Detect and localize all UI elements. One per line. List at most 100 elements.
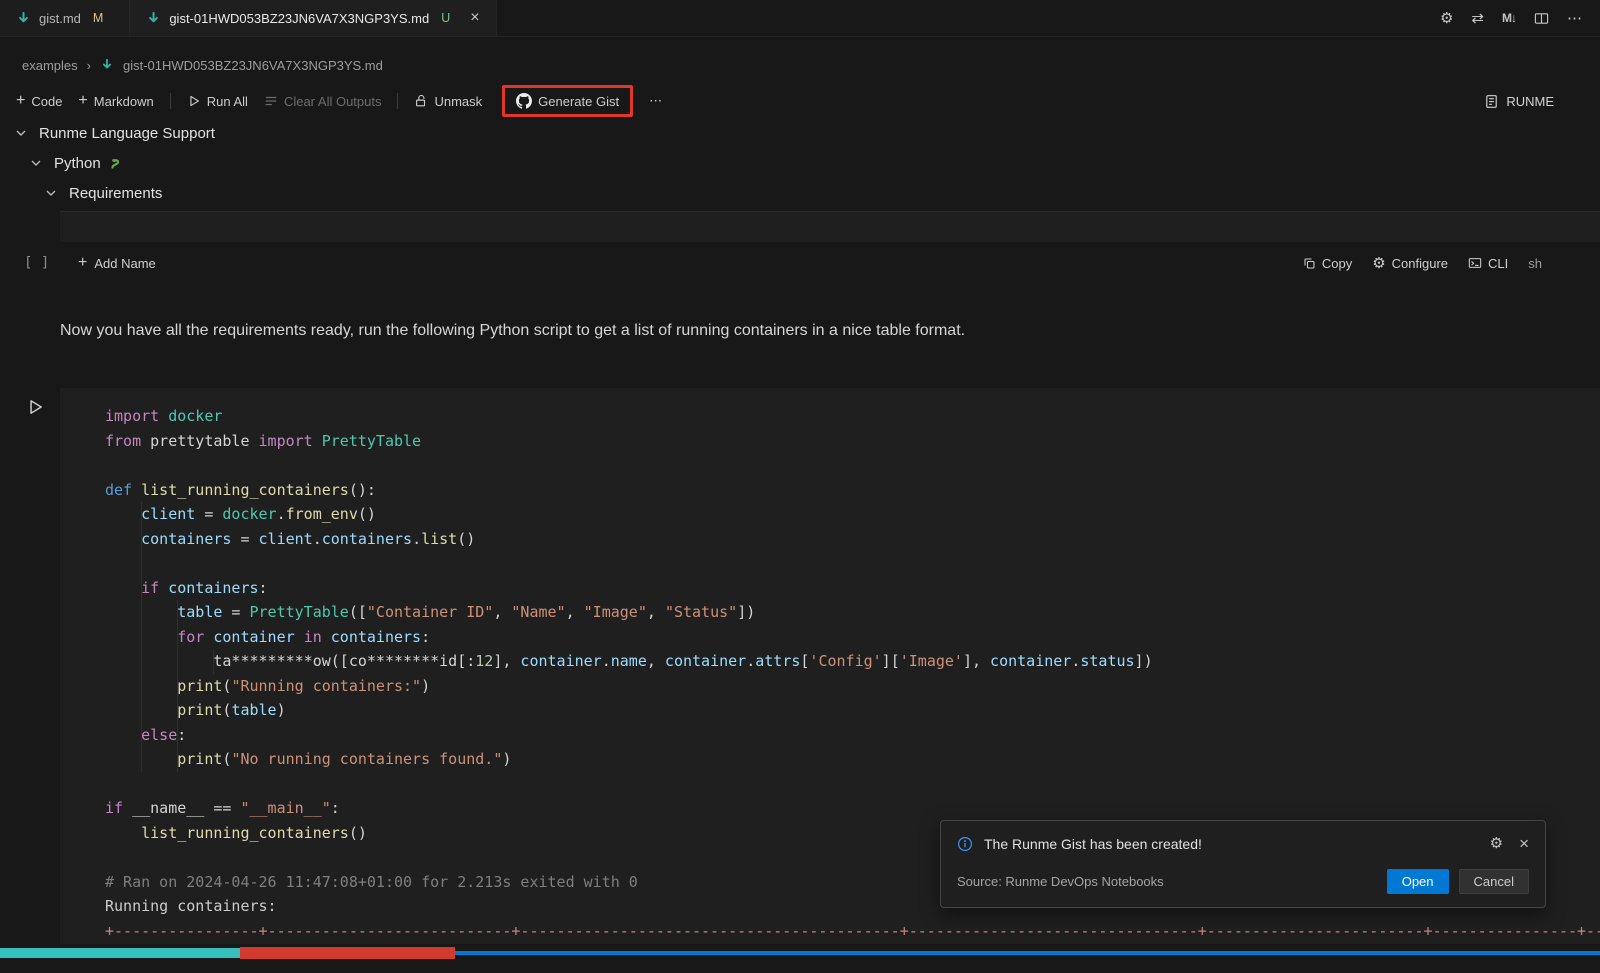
generate-gist-button[interactable]: Generate Gist (516, 93, 619, 109)
code-line: import docker (105, 404, 1600, 429)
github-icon (516, 93, 532, 109)
terminal-icon (1468, 256, 1482, 270)
plus-icon: + (78, 93, 87, 109)
runme-file-icon (100, 58, 114, 72)
progress-strip-marker (240, 947, 455, 959)
add-code-button[interactable]: + Code (16, 93, 62, 109)
copy-button[interactable]: Copy (1303, 256, 1352, 271)
code-line: from prettytable import PrettyTable (105, 429, 1600, 454)
chevron-down-icon[interactable] (44, 186, 58, 200)
breadcrumb-folder[interactable]: examples (22, 58, 78, 73)
toast-body: Source: Runme DevOps Notebooks Open Canc… (941, 861, 1545, 907)
open-button[interactable]: Open (1387, 869, 1449, 894)
unlock-icon (414, 94, 428, 108)
clear-outputs-icon (264, 94, 278, 108)
cell-footer-actions: Copy ⚙ Configure CLI sh (1303, 256, 1542, 271)
run-all-button[interactable]: Run All (187, 94, 248, 109)
chevron-down-icon[interactable] (29, 156, 43, 170)
execution-count-placeholder: [ ] (24, 255, 49, 271)
code-line: client = docker.from_env() (105, 502, 1600, 527)
code-line: if __name__ == "__main__": (105, 796, 1600, 821)
tab-gist-md[interactable]: gist.md M (0, 0, 130, 36)
toast-buttons: Open Cancel (1387, 869, 1529, 894)
split-editor-icon[interactable] (1534, 11, 1549, 26)
code-line (105, 453, 1600, 478)
toolbar-separator (170, 93, 171, 109)
notification-toast: The Runme Gist has been created! ⚙ × Sou… (940, 820, 1546, 908)
code-line: containers = client.containers.list() (105, 527, 1600, 552)
code-line: def list_running_containers(): (105, 478, 1600, 503)
markdown-preview-icon[interactable]: M↓ (1502, 11, 1516, 25)
indent-guide (141, 502, 142, 772)
progress-strip-track (455, 951, 1600, 955)
runme-file-icon (16, 11, 31, 26)
code-line: else: (105, 723, 1600, 748)
language-picker[interactable]: sh (1528, 256, 1542, 271)
runme-kernel-button[interactable]: RUNME (1484, 94, 1554, 109)
annotation-highlight: Generate Gist (502, 85, 633, 117)
play-icon (187, 94, 201, 108)
info-icon (957, 836, 973, 852)
code-line: ta*********ow([co********id[:12], contai… (105, 649, 1600, 674)
indent-guide (213, 649, 214, 674)
code-line: for container in containers: (105, 625, 1600, 650)
code-line: print(table) (105, 698, 1600, 723)
heading-runme-language-support: Runme Language Support (14, 120, 215, 146)
configure-button[interactable]: ⚙ Configure (1372, 256, 1448, 271)
close-icon[interactable]: × (470, 10, 479, 26)
shell-cell-footer: [ ] + Add Name Copy ⚙ Configure (0, 246, 1600, 280)
compare-changes-icon[interactable]: ⇄ (1471, 9, 1484, 27)
indent-guide (177, 600, 178, 772)
shell-cell-editor-bottom[interactable] (60, 211, 1600, 242)
toast-header: The Runme Gist has been created! ⚙ × (941, 821, 1545, 861)
breadcrumb: examples › gist-01HWD053BZ23JN6VA7X3NGP3… (22, 54, 383, 76)
code-line: if containers: (105, 576, 1600, 601)
gear-icon[interactable]: ⚙ (1490, 836, 1503, 851)
plus-icon: + (16, 93, 25, 109)
breadcrumb-separator: › (87, 58, 91, 73)
toast-message: The Runme Gist has been created! (984, 836, 1202, 852)
toast-source: Source: Runme DevOps Notebooks (957, 874, 1164, 889)
toast-actions: ⚙ × (1490, 835, 1529, 852)
toolbar-separator (397, 93, 398, 109)
plus-icon: + (78, 255, 87, 271)
code-line: print("Running containers:") (105, 674, 1600, 699)
vscode-window: gist.md M gist-01HWD053BZ23JN6VA7X3NGP3Y… (0, 0, 1600, 973)
breadcrumb-file[interactable]: gist-01HWD053BZ23JN6VA7X3NGP3YS.md (123, 58, 383, 73)
more-actions-icon[interactable]: ⋯ (1567, 9, 1582, 27)
add-name-button[interactable]: + Add Name (78, 255, 156, 271)
unmask-button[interactable]: Unmask (414, 94, 482, 109)
add-markdown-button[interactable]: + Markdown (78, 93, 153, 109)
chevron-down-icon[interactable] (14, 126, 28, 140)
runme-file-icon (146, 11, 161, 26)
heading-requirements: Requirements (44, 180, 162, 206)
code-line (105, 772, 1600, 797)
editor-actions: ⚙ ⇄ M↓ ⋯ (1440, 0, 1600, 36)
progress-strip-elapsed (0, 948, 240, 958)
code-editor[interactable]: import dockerfrom prettytable import Pre… (105, 404, 1600, 845)
heading-label: Python (54, 155, 101, 172)
run-cell-button[interactable] (26, 398, 44, 416)
clear-all-outputs-button[interactable]: Clear All Outputs (264, 94, 382, 109)
cancel-button[interactable]: Cancel (1459, 869, 1529, 894)
runme-kernel-icon (1484, 94, 1499, 109)
untracked-badge: U (441, 11, 450, 25)
heading-label: Requirements (69, 185, 162, 202)
code-line: +----------------+----------------------… (105, 919, 1600, 944)
play-icon (26, 398, 44, 416)
gear-icon: ⚙ (1372, 256, 1385, 271)
code-line (105, 551, 1600, 576)
tab-label: gist.md (39, 11, 81, 26)
tab-gist-notebook[interactable]: gist-01HWD053BZ23JN6VA7X3NGP3YS.md U × (130, 0, 496, 36)
close-icon[interactable]: × (1519, 835, 1529, 852)
more-actions-icon[interactable]: ⋯ (649, 93, 662, 109)
copy-icon (1303, 257, 1316, 270)
code-line: print("No running containers found.") (105, 747, 1600, 772)
heading-python: Python (29, 150, 125, 176)
cli-button[interactable]: CLI (1468, 256, 1508, 271)
editor-tab-bar: gist.md M gist-01HWD053BZ23JN6VA7X3NGP3Y… (0, 0, 1600, 37)
markdown-paragraph: Now you have all the requirements ready,… (60, 322, 1520, 340)
modified-badge: M (93, 11, 103, 25)
heading-label: Runme Language Support (39, 125, 215, 142)
gear-icon[interactable]: ⚙ (1440, 11, 1453, 26)
